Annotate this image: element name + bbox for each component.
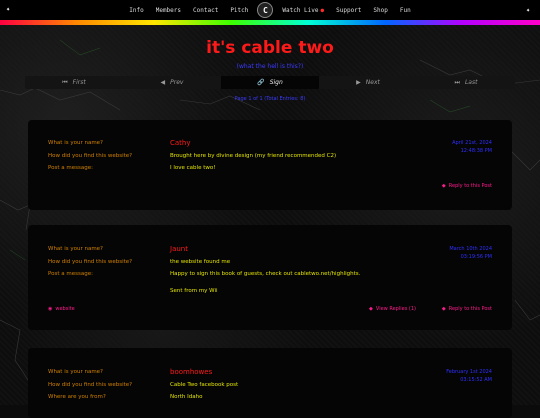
page-subtitle-link[interactable]: (what the hell is this?): [25, 63, 515, 70]
last-label: Last: [464, 79, 478, 86]
sparkle-icon: ✦: [526, 6, 531, 14]
reply-button[interactable]: ◆ Reply to this Post: [442, 306, 492, 312]
sparkle-icon: ✦: [6, 5, 11, 13]
entry-found: the website found me: [170, 259, 231, 265]
message-label: Post a message:: [48, 271, 93, 277]
entry-time-text: 03:19:56 PM: [460, 254, 492, 260]
top-navigation: Info Members Contact Pitch C Watch Live ●…: [0, 0, 540, 20]
entry-time-text: 03:15:52 AM: [460, 377, 492, 383]
nav-members[interactable]: Members: [156, 7, 181, 14]
site-logo[interactable]: C: [257, 2, 274, 18]
reply-label: Reply to this Post: [448, 183, 492, 189]
page-title: it's cable two: [206, 38, 334, 58]
entry-name: Jaunt: [170, 245, 188, 253]
sign-label: Sign: [269, 79, 283, 86]
last-button[interactable]: ⏭ Last: [417, 76, 515, 89]
nav-watch-live[interactable]: Watch Live ●: [282, 7, 324, 14]
entry-message-line2: Sent from my Wii: [170, 288, 218, 294]
page-info: Page 1 of 1 (Total Entries: 8): [234, 96, 306, 102]
next-button[interactable]: ▶ Next: [319, 76, 417, 89]
name-label: What is your name?: [48, 369, 103, 375]
sign-button[interactable]: 🔗 Sign: [221, 76, 319, 89]
first-page-icon: ⏮: [62, 78, 68, 86]
website-label: website: [55, 306, 75, 312]
view-replies-label: View Replies (1): [375, 306, 416, 312]
entry-name: Cathy: [170, 139, 191, 147]
view-replies-button[interactable]: ◆ View Replies (1): [369, 306, 416, 312]
guestbook-entry: What is your name? boomhowes February 1s…: [28, 348, 512, 418]
globe-icon: ◉: [48, 306, 53, 312]
found-label: How did you find this website?: [48, 153, 133, 159]
guestbook-header: it's cable two (what the hell is this?) …: [25, 30, 515, 102]
prev-button[interactable]: ◀ Prev: [123, 76, 221, 89]
entry-message: I love cable two!: [170, 165, 216, 171]
name-label: What is your name?: [48, 246, 103, 252]
found-label: How did you find this website?: [48, 382, 133, 388]
nav-fun[interactable]: Fun: [400, 7, 411, 14]
entry-name: boomhowes: [170, 368, 213, 376]
website-link[interactable]: ◉ website: [48, 306, 75, 312]
prev-arrow-icon: ◀: [160, 79, 166, 86]
rainbow-bar: [0, 20, 540, 25]
replies-icon: ◆: [369, 306, 373, 312]
first-label: First: [72, 79, 86, 86]
entry-found: Cable Two facebook post: [170, 382, 239, 388]
entry-where: North Idaho: [170, 394, 203, 400]
nav-support[interactable]: Support: [336, 7, 361, 14]
where-label: Where are you from?: [48, 394, 106, 400]
nav-watch-live-label: Watch Live: [282, 6, 319, 14]
reply-label: Reply to this Post: [448, 306, 492, 312]
first-button[interactable]: ⏮ First: [25, 76, 123, 89]
pager-bar: ⏮ First ◀ Prev 🔗 Sign ▶ Next ⏭ Last: [25, 76, 515, 89]
entry-date: April 21st, 2024 12:48:38 PM: [452, 139, 492, 155]
entry-date-text: February 1st 2024: [446, 369, 492, 375]
reply-icon: ◆: [441, 183, 446, 189]
nav-pitch[interactable]: Pitch: [230, 7, 248, 14]
reply-icon: ◆: [441, 306, 446, 312]
entry-date-text: April 21st, 2024: [452, 140, 492, 146]
name-label: What is your name?: [48, 140, 103, 146]
next-label: Next: [365, 79, 380, 86]
entry-date: February 1st 2024 03:15:52 AM: [446, 368, 492, 384]
nav-shop[interactable]: Shop: [373, 7, 387, 14]
nav-contact[interactable]: Contact: [193, 7, 218, 14]
last-page-icon: ⏭: [454, 78, 460, 86]
entry-date: March 10th 2024 03:19:56 PM: [449, 245, 492, 261]
link-icon: 🔗: [257, 79, 265, 86]
entry-found: Brought here by divine design (my friend…: [170, 153, 337, 159]
entry-time-text: 12:48:38 PM: [460, 148, 492, 154]
live-dot-icon: ●: [320, 6, 325, 14]
entry-message: Happy to sign this book of guests, check…: [170, 271, 361, 277]
entry-date-text: March 10th 2024: [449, 246, 492, 252]
prev-label: Prev: [170, 79, 184, 86]
guestbook-entry: What is your name? Cathy April 21st, 202…: [28, 120, 512, 210]
found-label: How did you find this website?: [48, 259, 133, 265]
guestbook-entry: What is your name? Jaunt March 10th 2024…: [28, 225, 512, 330]
next-arrow-icon: ▶: [356, 79, 361, 86]
message-label: Post a message:: [48, 165, 93, 171]
reply-button[interactable]: ◆ Reply to this Post: [442, 183, 492, 189]
nav-info[interactable]: Info: [129, 7, 143, 14]
